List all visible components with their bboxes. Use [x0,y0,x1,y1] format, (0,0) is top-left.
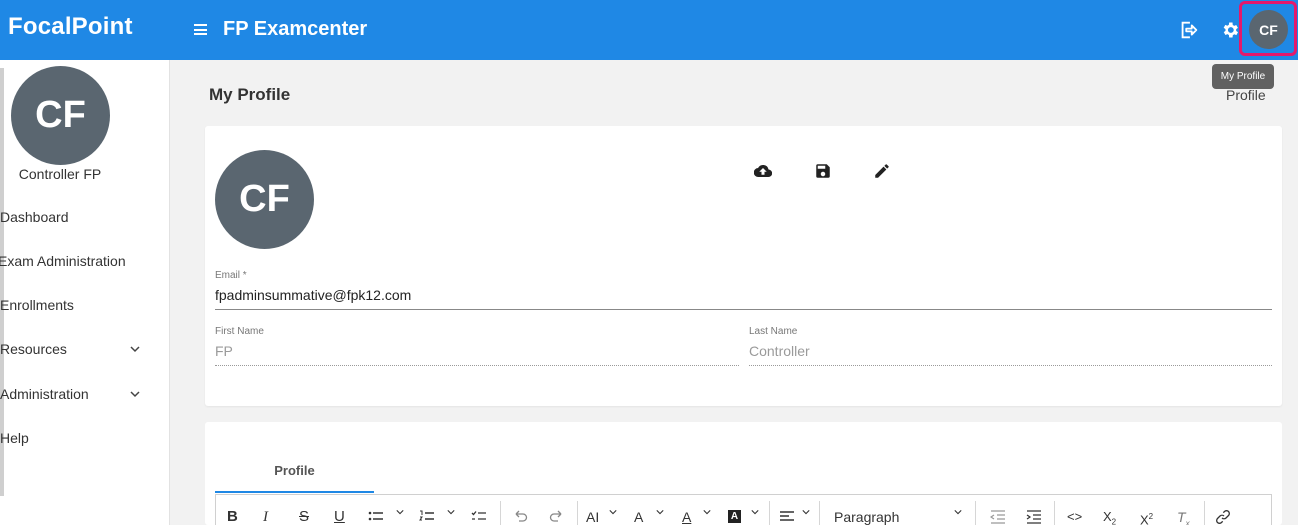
chevron-down-icon[interactable] [130,344,140,354]
first-name-field[interactable]: FP [215,343,233,359]
indent-icon[interactable] [1026,508,1042,525]
chevron-down-icon[interactable] [751,508,759,516]
last-name-label: Last Name [749,326,798,337]
font-family-icon[interactable]: A [634,508,643,525]
link-icon[interactable] [1215,508,1231,525]
first-name-underline [215,365,739,366]
cloud-upload-icon[interactable] [754,162,772,180]
italic-icon[interactable]: I [263,508,268,525]
profile-avatar-button[interactable]: CF [1249,10,1288,49]
page-title: My Profile [209,85,291,104]
sidebar-item-resources[interactable]: Resources [0,341,67,357]
sidebar-item-help[interactable]: Help [0,430,29,446]
edit-pencil-icon[interactable] [873,162,891,180]
font-size-icon[interactable]: AI [586,508,599,525]
tab-profile[interactable]: Profile [215,456,374,494]
save-icon[interactable] [814,162,832,180]
heading-select[interactable]: Paragraph [834,508,899,525]
logout-icon[interactable] [1178,19,1200,41]
remove-format-icon[interactable]: Tx [1177,508,1190,525]
redo-icon[interactable] [549,508,565,525]
outdent-icon[interactable] [990,508,1006,525]
last-name-field[interactable]: Controller [749,343,810,359]
chevron-down-icon[interactable] [703,508,711,516]
breadcrumb[interactable]: Profile [1226,87,1266,103]
sidebar-item-exam-administration[interactable]: Exam Administration [0,253,126,269]
email-field[interactable]: fpadminsummative@fpk12.com [215,287,411,303]
email-label: Email * [215,270,247,281]
code-icon[interactable]: <> [1067,508,1082,525]
last-name-underline [749,365,1272,366]
todo-list-icon[interactable] [471,508,487,525]
font-color-icon[interactable]: A [682,508,691,525]
profile-card [205,126,1282,406]
sidebar-item-enrollments[interactable]: Enrollments [0,297,74,313]
chevron-down-icon[interactable] [802,508,810,516]
chevron-down-icon[interactable] [954,508,962,516]
first-name-label: First Name [215,326,264,337]
profile-avatar: CF [215,150,314,249]
chevron-down-icon[interactable] [447,508,455,516]
strikethrough-icon[interactable]: S [299,508,309,525]
sidebar-item-administration[interactable]: Administration [0,386,89,402]
underline-icon[interactable]: U [334,508,345,525]
bulleted-list-icon[interactable] [368,508,384,525]
sidebar-item-dashboard[interactable]: Dashboard [0,209,69,225]
align-left-icon[interactable] [779,508,795,525]
rich-text-toolbar: B I S U AI A A A Paragraph <> X2 X2 Tx [215,494,1272,525]
chevron-down-icon[interactable] [130,389,140,399]
background-color-icon[interactable]: A [728,510,741,523]
settings-gear-icon[interactable] [1220,20,1240,40]
chevron-down-icon[interactable] [609,508,617,516]
brand-logo[interactable]: FocalPoint [8,13,133,41]
bold-icon[interactable]: B [227,508,238,525]
sidebar-avatar: CF [11,66,110,165]
subscript-icon[interactable]: X2 [1103,508,1116,525]
chevron-down-icon[interactable] [396,508,404,516]
chevron-down-icon[interactable] [656,508,664,516]
top-app-bar: FocalPoint FP Examcenter [0,0,1298,60]
email-underline [215,309,1272,310]
numbered-list-icon[interactable] [419,508,435,525]
undo-icon[interactable] [512,508,528,525]
tab-active-indicator [215,491,374,493]
app-title: FP Examcenter [223,18,368,40]
superscript-icon[interactable]: X2 [1140,508,1153,525]
hamburger-menu-icon[interactable] [194,24,207,35]
sidebar-user-name: Controller FP [18,166,102,182]
my-profile-tooltip: My Profile [1212,64,1274,89]
sidebar: CF Controller FP [0,60,170,525]
